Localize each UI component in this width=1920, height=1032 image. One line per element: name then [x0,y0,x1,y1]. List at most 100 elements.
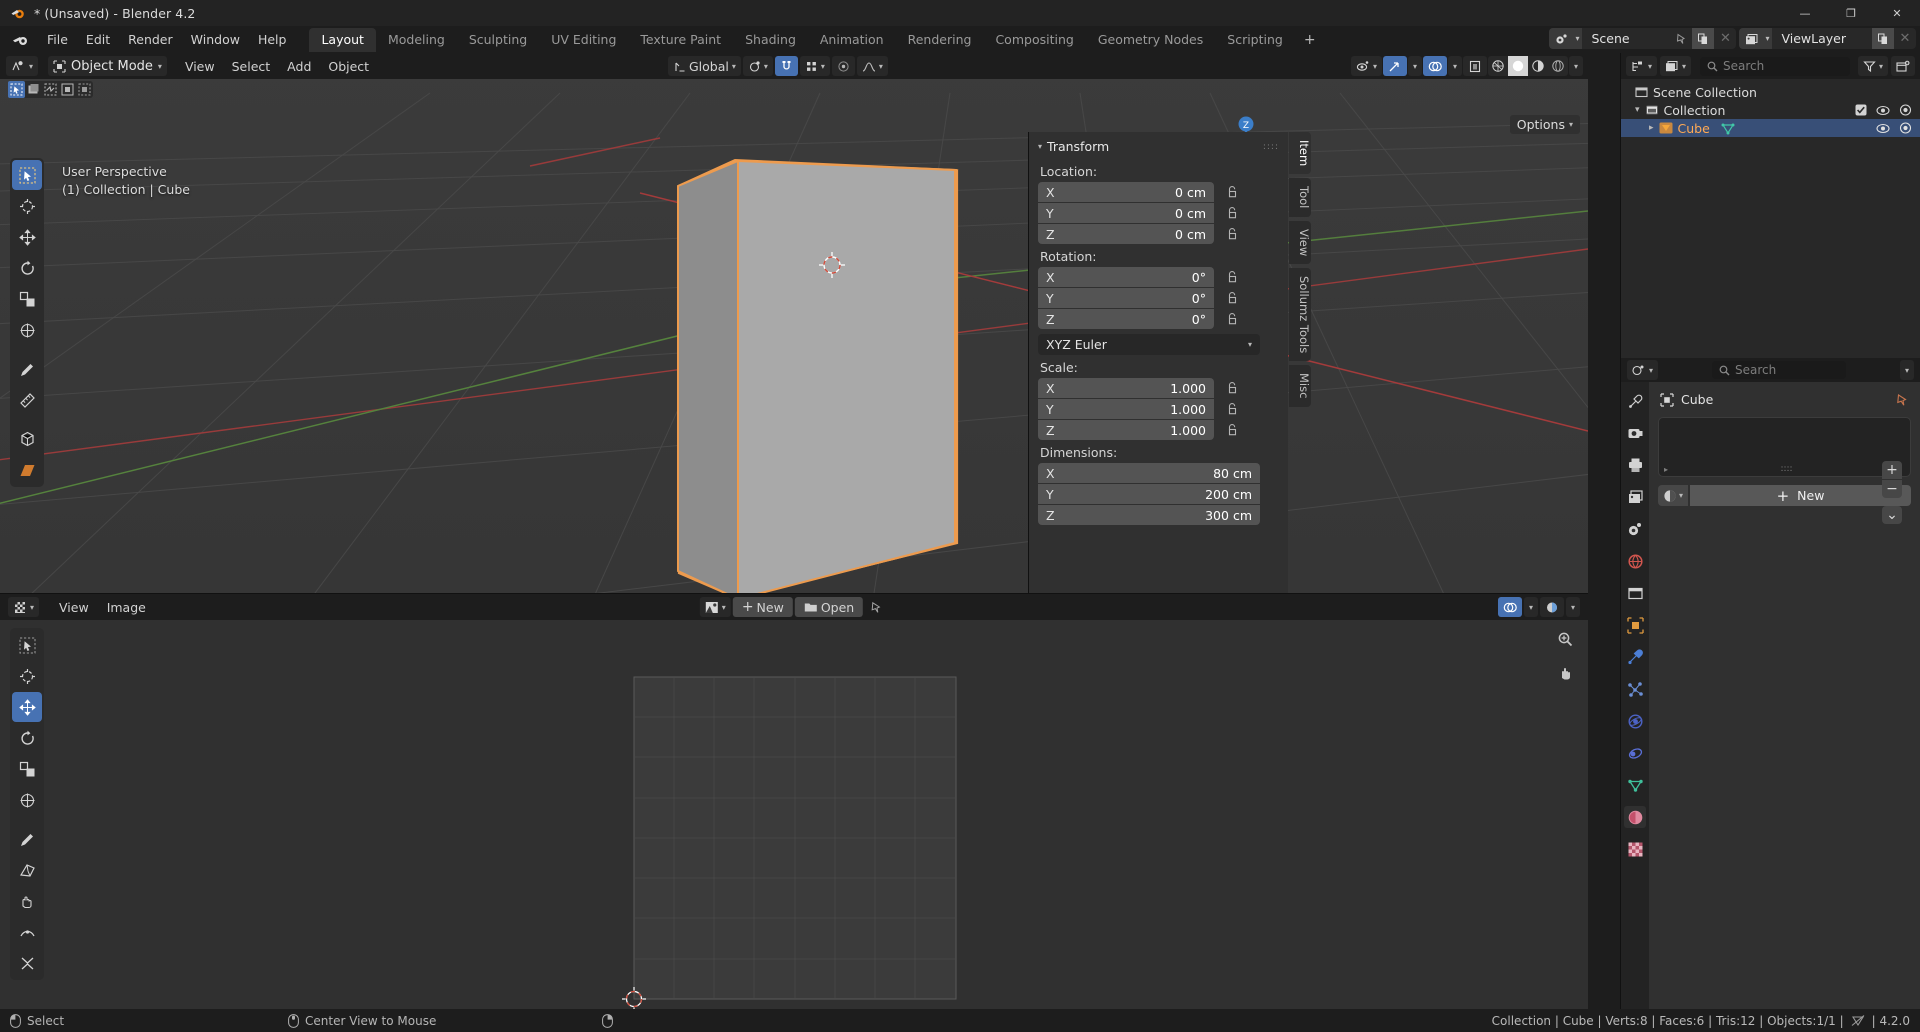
lasso-select-icon[interactable] [59,81,76,98]
outliner-search-input[interactable]: Search [1700,56,1851,76]
properties-filter-dropdown[interactable]: ▾ [1899,360,1914,380]
chevron-down-icon[interactable]: ▾ [1635,105,1640,115]
properties-search-input[interactable]: Search [1712,361,1846,379]
properties-tab-modifiers[interactable] [1624,646,1646,668]
location-x-field[interactable]: X 0 cm [1038,182,1214,202]
n-tab-item[interactable]: Item [1289,132,1311,175]
pin-icon[interactable] [1670,28,1692,49]
uv-rotate-tool[interactable] [12,723,42,753]
lock-location-x-icon[interactable] [1222,182,1242,202]
display-channels-dropdown[interactable]: ▾ [1565,597,1580,617]
material-slot-menu-button[interactable]: ⌄ [1882,506,1902,524]
viewport-options-button[interactable]: Options ▾ [1509,115,1580,134]
viewport-menu-view[interactable]: View [177,57,223,76]
viewlayer-selector[interactable]: ▾ ViewLayer ✕ [1739,28,1916,49]
uv-pinch-tool[interactable] [12,948,42,978]
uv-cursor-tool[interactable] [12,661,42,691]
display-channels-icon[interactable] [1539,597,1564,617]
close-button[interactable]: ✕ [1874,0,1920,26]
lock-scale-y-icon[interactable] [1222,399,1242,419]
workspace-tab-modeling[interactable]: Modeling [376,28,457,52]
scale-x-field[interactable]: X 1.000 [1038,378,1214,398]
properties-tab-object[interactable] [1624,614,1646,636]
chevron-right-icon[interactable]: ▸ [1649,123,1654,133]
uv-tweak-tool[interactable] [12,630,42,660]
new-collection-icon[interactable] [1891,56,1915,76]
pin-icon[interactable] [1895,393,1909,407]
properties-tab-tool[interactable] [1624,390,1646,412]
menu-help[interactable]: Help [249,29,296,50]
n-tab-misc[interactable]: Misc [1289,365,1311,407]
lock-rotation-x-icon[interactable] [1222,267,1242,287]
shear-tool[interactable] [12,455,42,485]
properties-tab-viewlayer[interactable] [1624,486,1646,508]
dimensions-z-field[interactable]: Z 300 cm [1038,505,1260,525]
blender-menu-icon[interactable] [8,31,34,49]
snap-toggle-button[interactable] [774,56,798,76]
properties-tab-constraints[interactable] [1624,742,1646,764]
mesh-data-icon[interactable] [1721,122,1735,135]
object-mode-dropdown[interactable]: Object Mode ▾ [48,56,167,76]
dimensions-x-field[interactable]: X 80 cm [1038,463,1260,483]
box-select-icon[interactable] [25,81,42,98]
visibility-dropdown[interactable]: ▾ [1350,56,1382,76]
tweak-tool[interactable] [12,160,42,190]
pan-icon[interactable] [1552,660,1578,686]
menu-file[interactable]: File [38,29,77,50]
zoom-icon[interactable] [1552,626,1578,652]
lock-scale-z-icon[interactable] [1222,420,1242,440]
menu-window[interactable]: Window [182,29,249,50]
scene-selector[interactable]: ▾ Scene ✕ [1549,28,1737,49]
camera-icon[interactable] [1899,104,1912,116]
overlays-settings-dropdown[interactable]: ▾ [1447,56,1462,76]
maximize-button[interactable]: ❐ [1828,0,1874,26]
properties-tab-output[interactable] [1624,454,1646,476]
workspace-tab-shading[interactable]: Shading [733,28,808,52]
scale-y-field[interactable]: Y 1.000 [1038,399,1214,419]
viewport-3d[interactable]: ▾ Object Mode ▾ View Select Add Object G… [0,53,1588,593]
camera-icon[interactable] [1899,122,1912,134]
circle-select-icon[interactable] [42,81,59,98]
add-material-slot-button[interactable]: + [1882,461,1902,479]
scene-name[interactable]: Scene [1582,28,1671,49]
location-z-field[interactable]: Z 0 cm [1038,224,1214,244]
new-material-button[interactable]: + New [1690,485,1911,506]
uv-annotate-tool[interactable] [12,824,42,854]
uv-grab-tool[interactable] [12,886,42,916]
menu-edit[interactable]: Edit [77,29,119,50]
n-tab-view[interactable]: View [1289,220,1311,264]
transform-panel-header[interactable]: ▾ Transform :::: [1029,132,1288,159]
tweak-select-icon[interactable] [8,81,25,98]
uv-move-tool[interactable] [12,692,42,722]
n-tab-sollumz-tools[interactable]: Sollumz Tools [1289,267,1311,362]
rendered-shading-button[interactable] [1548,56,1568,76]
new-scene-icon[interactable] [1692,28,1715,49]
workspace-tab-layout[interactable]: Layout [309,27,376,52]
shading-mode-group[interactable] [1487,56,1568,76]
uv-canvas[interactable] [0,620,1588,1009]
add-cube-tool[interactable] [12,424,42,454]
dimensions-y-field[interactable]: Y 200 cm [1038,484,1260,504]
viewlayer-name[interactable]: ViewLayer [1772,28,1872,49]
properties-tab-particles[interactable] [1624,678,1646,700]
viewport-menu-object[interactable]: Object [320,57,377,76]
editor-type-button[interactable]: ▾ [6,56,39,76]
uv-menu-view[interactable]: View [51,598,97,617]
rotation-x-field[interactable]: X 0° [1038,267,1214,287]
remove-viewlayer-icon[interactable]: ✕ [1894,28,1916,49]
open-image-button[interactable]: Open [794,597,864,617]
properties-editor-icon[interactable]: ▾ [1627,360,1659,380]
workspace-tab-uv-editing[interactable]: UV Editing [539,28,628,52]
viewport-menu-add[interactable]: Add [279,57,319,76]
pivot-point-dropdown[interactable]: ▾ [742,56,773,76]
lock-rotation-z-icon[interactable] [1222,309,1242,329]
workspace-tab-rendering[interactable]: Rendering [896,28,984,52]
uv-menu-image[interactable]: Image [99,598,154,617]
eye-icon[interactable] [1876,105,1890,116]
measure-tool[interactable] [12,385,42,415]
shading-settings-dropdown[interactable]: ▾ [1568,56,1583,76]
workspace-tab-sculpting[interactable]: Sculpting [457,28,539,52]
properties-tab-material[interactable] [1624,806,1646,828]
image-datablock-icon[interactable]: ▾ [699,597,731,617]
properties-tab-collection[interactable] [1624,582,1646,604]
